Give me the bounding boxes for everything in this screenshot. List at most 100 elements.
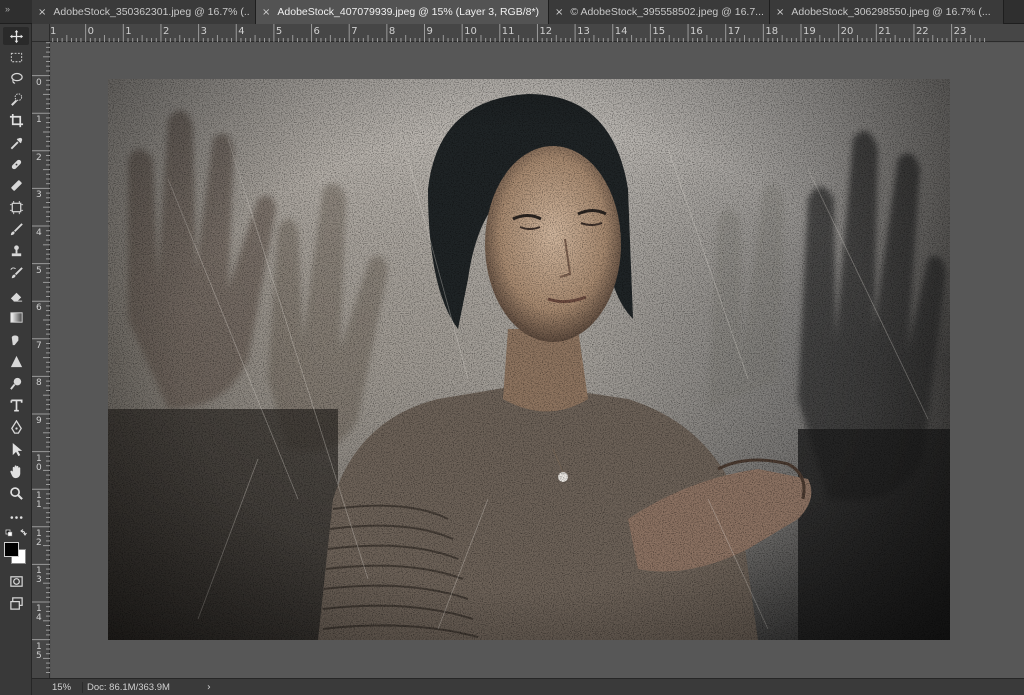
tools-panel <box>0 24 32 695</box>
panel-collapse-icon[interactable]: » <box>0 0 32 24</box>
healing-brush-tool[interactable] <box>3 155 29 173</box>
path-select-icon <box>12 442 22 456</box>
ruler-label: 10 <box>36 453 42 473</box>
sharpen-tool[interactable] <box>3 352 29 370</box>
ruler-label: 23 <box>953 26 967 37</box>
frame-tool[interactable] <box>3 198 29 216</box>
hand-icon <box>9 464 20 478</box>
ruler-label: 8 <box>36 378 42 389</box>
ruler-label: 4 <box>238 26 245 37</box>
foreground-color-swatch[interactable] <box>4 542 19 557</box>
type-tool[interactable] <box>3 396 29 414</box>
close-icon[interactable]: × <box>776 7 784 18</box>
ruler-label: 7 <box>351 26 358 37</box>
ruler-label: 13 <box>577 26 590 37</box>
tab-label: AdobeStock_407079939.jpeg @ 15% (Layer 3… <box>277 6 542 18</box>
ruler-label: 1 <box>36 115 42 126</box>
status-menu-arrow-icon[interactable]: › <box>207 682 211 693</box>
ruler-label: 10 <box>464 26 477 37</box>
ruler-label: 1 <box>125 26 132 37</box>
ruler-label: 9 <box>36 416 42 426</box>
ruler-label: 14 <box>36 604 42 623</box>
ruler-label: 9 <box>426 26 433 37</box>
ruler-label: 5 <box>36 265 42 276</box>
pen-icon <box>10 419 22 434</box>
ruler-label: 12 <box>36 528 42 548</box>
bandage-icon <box>10 179 22 191</box>
screen-mode-button[interactable] <box>3 594 29 612</box>
ruler-label: 17 <box>727 26 741 37</box>
dodge-tool[interactable] <box>3 374 29 392</box>
horizontal-ruler[interactable]: 1 0 1 2 3 4 5 6 7 8 9 10 11 12 13 14 15 16 17 18 19 20 21 22 23 <box>50 24 1024 42</box>
ruler-label: 2 <box>36 152 42 163</box>
hand-tool[interactable] <box>3 462 29 480</box>
smudge-icon <box>11 335 18 345</box>
canvas-area[interactable] <box>51 43 1024 678</box>
screen-mode-icon <box>9 596 23 610</box>
quick-select-tool[interactable] <box>3 90 29 108</box>
document-tab-3[interactable]: × © AdobeStock_395558502.jpeg @ 16.7... <box>549 0 770 24</box>
ruler-label: 15 <box>36 641 42 661</box>
ruler-label: 2 <box>162 26 170 37</box>
ruler-label: 14 <box>614 26 628 37</box>
ruler-label: 18 <box>765 26 779 37</box>
history-brush-tool[interactable] <box>3 264 29 282</box>
eraser-tool[interactable] <box>3 286 29 304</box>
healing-brush-icon <box>11 159 21 169</box>
ruler-label: 0 <box>36 77 42 88</box>
path-select-tool[interactable] <box>3 440 29 458</box>
ruler-label: 7 <box>36 340 42 351</box>
ruler-label: 12 <box>539 26 553 37</box>
ruler-label: 13 <box>36 566 42 586</box>
frame-icon <box>9 200 23 214</box>
ruler-label: 19 <box>803 26 816 37</box>
type-icon <box>10 399 22 411</box>
ruler-label: 11 <box>36 491 42 511</box>
more-tools-button[interactable] <box>3 508 29 526</box>
tab-label: AdobeStock_306298550.jpeg @ 16.7% (... <box>791 6 991 18</box>
lasso-tool[interactable] <box>3 69 29 87</box>
move-tool[interactable] <box>3 27 29 45</box>
vertical-ruler[interactable]: 0123456789101112131415 <box>32 42 50 678</box>
ruler-label: 21 <box>878 26 892 37</box>
close-icon[interactable]: × <box>262 7 270 18</box>
dodge-icon <box>9 377 21 390</box>
gradient-tool[interactable] <box>3 308 29 326</box>
brush-tool[interactable] <box>3 220 29 238</box>
pen-tool[interactable] <box>3 418 29 436</box>
eraser-icon <box>10 292 22 302</box>
status-bar: 15% Doc: 86.1M/363.9M › <box>32 678 1024 695</box>
ruler-origin[interactable] <box>32 24 50 42</box>
ruler-label: 3 <box>200 26 207 37</box>
marquee-tool[interactable] <box>3 48 29 66</box>
ruler-label: 8 <box>388 26 396 37</box>
quick-mask-button[interactable] <box>3 572 29 590</box>
crop-icon <box>9 113 23 127</box>
ruler-label: 3 <box>36 190 42 201</box>
crop-tool[interactable] <box>3 111 29 129</box>
document-tab-2-active[interactable]: × AdobeStock_407079939.jpeg @ 15% (Layer… <box>256 0 549 24</box>
eyedropper-tool[interactable] <box>3 134 29 152</box>
quick-select-icon <box>10 92 22 106</box>
stamp-tool[interactable] <box>3 242 29 260</box>
stamp-icon <box>11 244 21 256</box>
ruler-label: 22 <box>915 26 929 37</box>
document-tab-4[interactable]: × AdobeStock_306298550.jpeg @ 16.7% (... <box>770 0 1004 24</box>
ruler-label: 20 <box>840 26 854 37</box>
ruler-label: 11 <box>501 26 515 37</box>
close-icon[interactable]: × <box>38 7 46 18</box>
zoom-tool[interactable] <box>3 484 29 502</box>
ruler-label: 0 <box>87 26 95 37</box>
bandage-tool[interactable] <box>3 176 29 194</box>
ruler-label: 15 <box>652 26 666 37</box>
document-size[interactable]: Doc: 86.1M/363.9M <box>82 681 207 693</box>
document-tab-1[interactable]: × AdobeStock_350362301.jpeg @ 16.7% (... <box>32 0 256 24</box>
ruler-label: 6 <box>313 26 320 37</box>
smudge-tool[interactable] <box>3 330 29 348</box>
ruler-label: 5 <box>275 26 283 37</box>
zoom-level[interactable]: 15% <box>32 682 82 693</box>
close-icon[interactable]: × <box>555 7 563 18</box>
ruler-label: 4 <box>36 228 42 238</box>
sharpen-icon <box>10 355 22 367</box>
document-image[interactable] <box>108 79 950 640</box>
